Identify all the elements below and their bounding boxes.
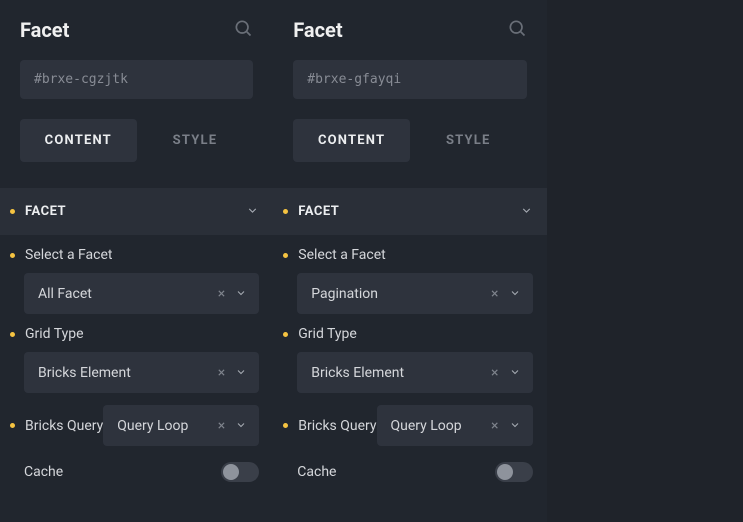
bullet-icon — [283, 423, 288, 428]
css-selector-wrap — [0, 54, 273, 113]
grid-type-dropdown[interactable]: Bricks Element × — [24, 352, 259, 393]
chevron-down-icon — [246, 202, 259, 221]
clear-icon[interactable]: × — [491, 365, 498, 381]
fields-container: Select a Facet All Facet × Grid Type Bri… — [0, 235, 273, 482]
css-selector-input[interactable] — [20, 60, 253, 99]
toggle-knob — [223, 464, 239, 480]
select-a-facet-dropdown[interactable]: All Facet × — [24, 273, 259, 314]
field-grid-type: Grid Type Bricks Element × — [283, 326, 532, 393]
field-label: Cache — [297, 464, 494, 480]
field-label: Select a Facet — [25, 247, 113, 263]
search-icon[interactable] — [233, 18, 253, 42]
section-header-facet[interactable]: FACET — [273, 188, 546, 235]
clear-icon[interactable]: × — [218, 286, 225, 302]
toggle-knob — [497, 464, 513, 480]
field-label: Grid Type — [298, 326, 357, 342]
field-bricks-query: Bricks Query Query Loop × — [10, 405, 259, 446]
bullet-icon — [283, 209, 288, 214]
field-cache: Cache — [10, 458, 259, 482]
section-title: FACET — [298, 204, 519, 219]
chevron-down-icon — [509, 363, 521, 382]
field-bricks-query: Bricks Query Query Loop × — [283, 405, 532, 446]
chevron-down-icon — [235, 284, 247, 303]
tab-content[interactable]: CONTENT — [20, 119, 137, 162]
bullet-icon — [10, 423, 15, 428]
field-label: Bricks Query — [298, 418, 376, 434]
bullet-icon — [283, 253, 288, 258]
clear-icon[interactable]: × — [218, 418, 225, 434]
fields-container: Select a Facet Pagination × Grid Type Br… — [273, 235, 546, 482]
chevron-down-icon — [235, 416, 247, 435]
search-icon[interactable] — [507, 18, 527, 42]
field-label: Select a Facet — [298, 247, 386, 263]
cache-toggle[interactable] — [221, 462, 259, 482]
field-select-facet: Select a Facet All Facet × — [10, 247, 259, 314]
cache-toggle[interactable] — [495, 462, 533, 482]
select-value: Bricks Element — [38, 365, 218, 381]
bullet-icon — [10, 332, 15, 337]
chevron-down-icon — [509, 416, 521, 435]
section-header-facet[interactable]: FACET — [0, 188, 273, 235]
tab-content[interactable]: CONTENT — [293, 119, 410, 162]
clear-icon[interactable]: × — [491, 286, 498, 302]
page-title: Facet — [293, 18, 342, 42]
field-grid-type: Grid Type Bricks Element × — [10, 326, 259, 393]
chevron-down-icon — [509, 284, 521, 303]
bricks-query-dropdown[interactable]: Query Loop × — [377, 405, 533, 446]
field-label: Cache — [24, 464, 221, 480]
css-selector-input[interactable] — [293, 60, 526, 99]
field-cache: Cache — [283, 458, 532, 482]
select-value: Query Loop — [391, 418, 492, 434]
select-a-facet-dropdown[interactable]: Pagination × — [297, 273, 532, 314]
tab-style[interactable]: STYLE — [137, 119, 254, 162]
grid-type-dropdown[interactable]: Bricks Element × — [297, 352, 532, 393]
clear-icon[interactable]: × — [218, 365, 225, 381]
select-value: All Facet — [38, 286, 218, 302]
select-value: Query Loop — [117, 418, 218, 434]
clear-icon[interactable]: × — [491, 418, 498, 434]
panel-header: Facet — [0, 0, 273, 54]
settings-panel: Facet CONTENT STYLE FACET Select a Facet… — [273, 0, 546, 522]
bullet-icon — [10, 253, 15, 258]
select-value: Bricks Element — [311, 365, 491, 381]
bricks-query-dropdown[interactable]: Query Loop × — [103, 405, 259, 446]
field-label: Bricks Query — [25, 418, 103, 434]
field-label: Grid Type — [25, 326, 84, 342]
bullet-icon — [10, 209, 15, 214]
tabs: CONTENT STYLE — [0, 113, 273, 178]
chevron-down-icon — [520, 202, 533, 221]
css-selector-wrap — [273, 54, 546, 113]
select-value: Pagination — [311, 286, 491, 302]
bullet-icon — [283, 332, 288, 337]
tabs: CONTENT STYLE — [273, 113, 546, 178]
settings-panel: Facet CONTENT STYLE FACET Select a Facet… — [0, 0, 273, 522]
tab-style[interactable]: STYLE — [410, 119, 527, 162]
panel-header: Facet — [273, 0, 546, 54]
chevron-down-icon — [235, 363, 247, 382]
section-title: FACET — [25, 204, 246, 219]
field-select-facet: Select a Facet Pagination × — [283, 247, 532, 314]
page-title: Facet — [20, 18, 69, 42]
